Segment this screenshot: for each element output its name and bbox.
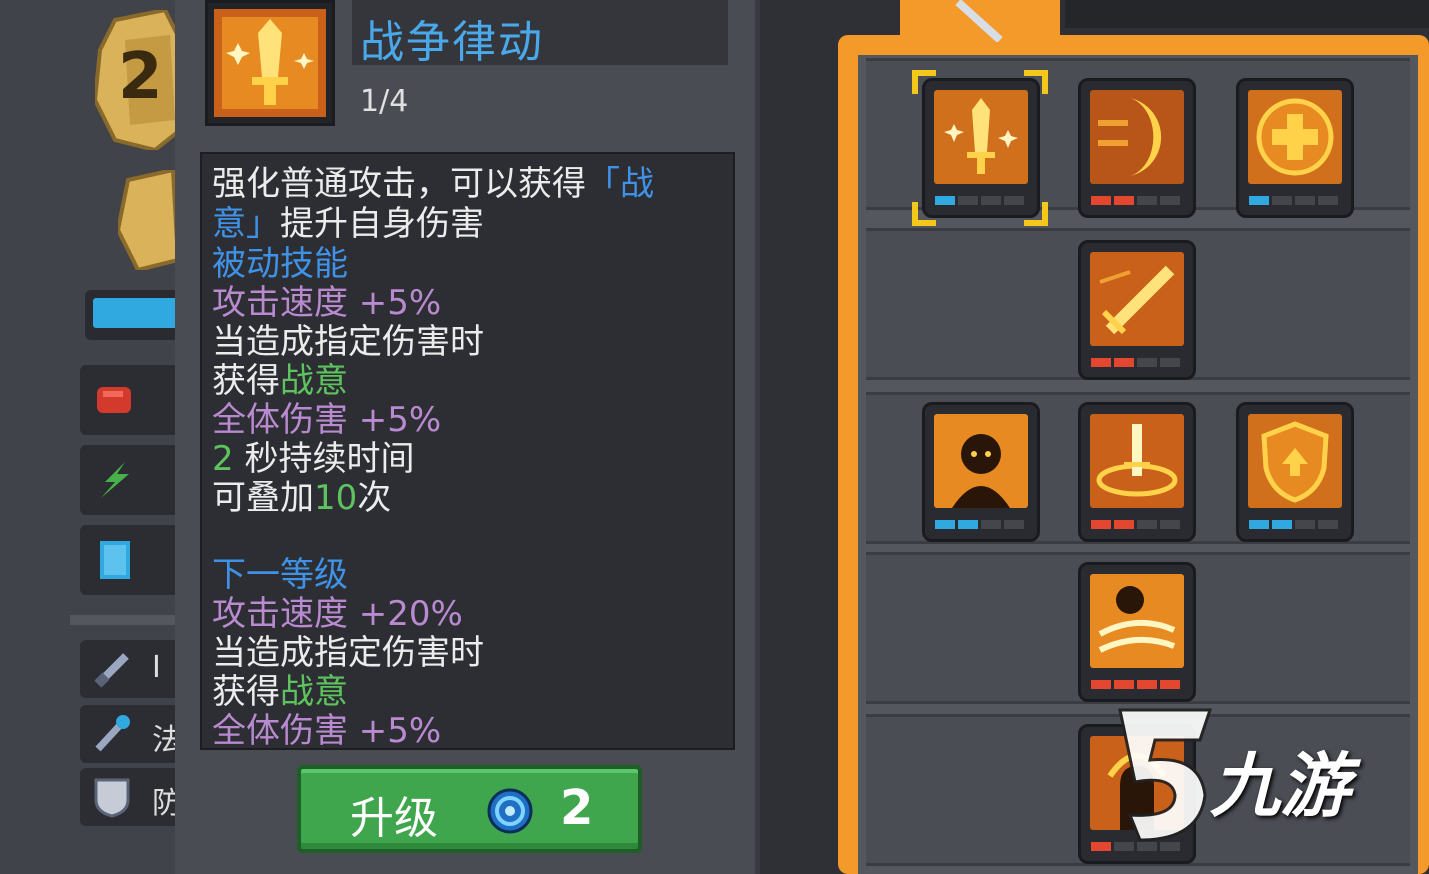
duration-value: 2 — [212, 439, 234, 479]
description-text: 提升自身伤害 — [280, 204, 484, 244]
description-highlight: 「战 — [586, 164, 654, 204]
flying-sword-icon — [1090, 252, 1184, 346]
upgrade-cost: 2 — [560, 780, 594, 836]
next-all-damage: 全体伤害 +5% — [212, 711, 442, 750]
buff-name: 战意 — [280, 672, 348, 712]
stack-line: 可叠加10次 — [212, 478, 391, 518]
blue-swirl-gem-icon — [487, 788, 533, 834]
skill-icon-frame — [205, 0, 335, 126]
selection-corner — [1024, 202, 1048, 226]
skill-card-sword-sparkle[interactable] — [922, 78, 1040, 218]
equipment-slot-weapon-label: I — [152, 650, 161, 685]
stack-suffix: 次 — [357, 478, 392, 518]
skill-card-crescent-slash[interactable] — [1078, 78, 1196, 218]
tab-weapon-skills[interactable] — [900, 0, 1060, 45]
skill-level-pips — [1091, 680, 1180, 689]
skill-level-pips — [935, 520, 1024, 529]
description-highlight: 意」 — [212, 204, 280, 244]
skill-card-shield-arrow[interactable] — [1236, 402, 1354, 542]
description-line-2: 意」提升自身伤害 — [212, 204, 484, 244]
upgrade-button-label: 升级 — [350, 793, 438, 844]
skill-level-pips — [1249, 520, 1338, 529]
experience-bar-fill — [93, 298, 180, 328]
passive-skill-label: 被动技能 — [212, 244, 348, 284]
whirlwind-figure-icon — [1090, 574, 1184, 668]
skill-description-box[interactable]: 强化普通攻击，可以获得「战 意」提升自身伤害 被动技能 攻击速度 +5% 当造成… — [200, 152, 735, 750]
selection-corner — [912, 70, 936, 94]
skill-level-pips — [1091, 520, 1180, 529]
stat-attack-speed: 攻击速度 +5% — [212, 283, 442, 323]
shield-icon — [94, 778, 130, 818]
attribute-slot-agility[interactable] — [80, 445, 180, 515]
skill-level-pips — [1249, 196, 1338, 205]
crossed-swords-icon — [955, 0, 1003, 42]
skill-card-flying-sword[interactable] — [1078, 240, 1196, 380]
stack-value: 10 — [314, 478, 358, 518]
buff-name: 战意 — [280, 361, 348, 401]
sword-sparkle-icon — [214, 9, 326, 117]
trigger-condition: 当造成指定伤害时 — [212, 322, 484, 362]
next-level-label: 下一等级 — [212, 555, 348, 595]
description-line-1: 强化普通攻击，可以获得「战 — [212, 164, 654, 204]
flame-figure-icon — [934, 414, 1028, 508]
duration-line: 2 秒持续时间 — [212, 439, 414, 479]
skill-level: 1/4 — [360, 84, 409, 119]
rank-badge-number: 2 — [118, 40, 163, 114]
sword-sparkle-icon — [934, 90, 1028, 184]
attribute-slot-intellect[interactable] — [80, 525, 180, 595]
equipment-slot-staff[interactable]: 法 — [80, 705, 182, 763]
attribute-slot-strength[interactable] — [80, 365, 180, 435]
equipment-slot-armor[interactable]: 防 — [80, 768, 182, 826]
selection-corner — [1024, 70, 1048, 94]
stack-prefix: 可叠加 — [212, 478, 314, 518]
duration-suffix: 秒持续时间 — [244, 439, 415, 479]
health-cross-icon — [1248, 90, 1342, 184]
crescent-slash-icon — [1090, 90, 1184, 184]
buff-gain-prefix: 获得 — [212, 672, 280, 712]
watermark-text: 九游 — [1210, 745, 1350, 827]
skill-level-pips — [1091, 358, 1180, 367]
tab-bar — [1065, 0, 1429, 28]
fist-icon — [97, 387, 131, 413]
buff-gain-prefix: 获得 — [212, 361, 280, 401]
skill-card-health-cross[interactable] — [1236, 78, 1354, 218]
next-attack-speed: 攻击速度 +20% — [212, 594, 463, 634]
sword-ring-icon — [1090, 414, 1184, 508]
next-trigger-condition: 当造成指定伤害时 — [212, 633, 484, 673]
magic-staff-icon — [95, 715, 130, 752]
buff-gain-line: 获得战意 — [212, 361, 348, 401]
lightning-icon — [101, 462, 129, 498]
selection-corner — [912, 202, 936, 226]
skill-card-flame-figure[interactable] — [922, 402, 1040, 542]
rank-emblem-icon — [118, 170, 178, 270]
sword-icon — [94, 653, 129, 688]
shield-arrow-icon — [1248, 414, 1342, 508]
skill-level-pips — [935, 196, 1024, 205]
stat-all-damage: 全体伤害 +5% — [212, 400, 442, 440]
equipment-slot-weapon[interactable]: I — [80, 640, 180, 698]
next-buff-gain-line: 获得战意 — [212, 672, 348, 712]
skill-title: 战争律动 — [360, 17, 544, 68]
skill-card-whirlwind-figure[interactable] — [1078, 562, 1196, 702]
skill-level-pips — [1091, 196, 1180, 205]
skill-card-sword-ring[interactable] — [1078, 402, 1196, 542]
description-text: 强化普通攻击，可以获得 — [212, 164, 586, 204]
book-icon — [100, 541, 130, 579]
side-divider — [70, 615, 180, 625]
